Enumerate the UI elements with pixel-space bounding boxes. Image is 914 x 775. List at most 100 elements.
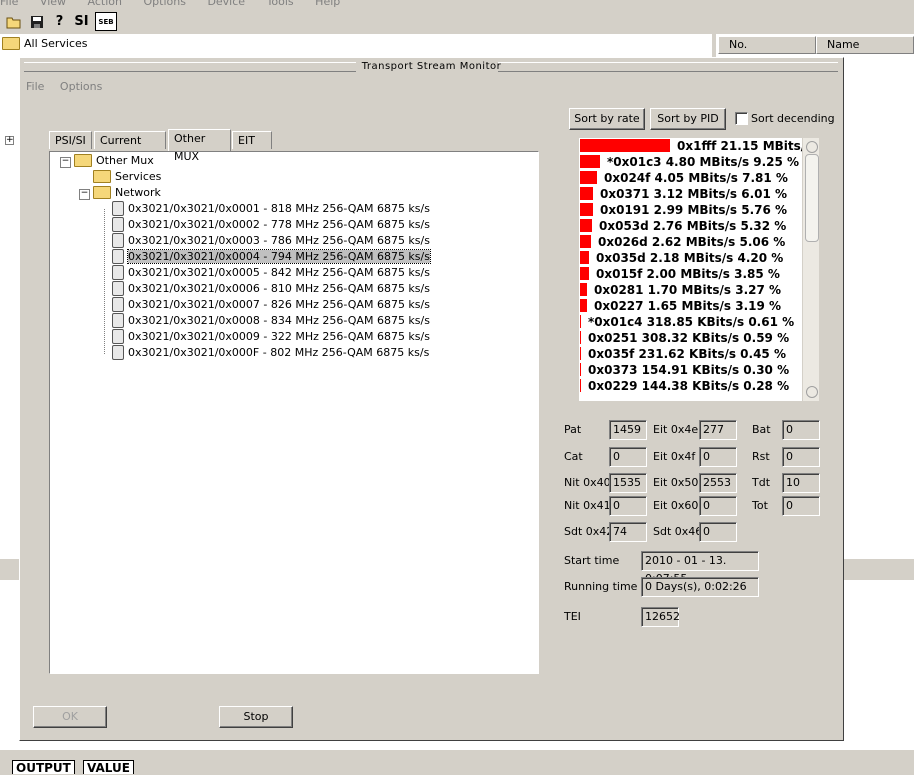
tree-network[interactable]: Network [93, 185, 161, 201]
sort-by-rate-button[interactable]: Sort by rate [569, 108, 645, 130]
pid-rate-row: 0x0373 154.91 KBits/s 0.30 % [579, 362, 813, 378]
tree-mux-item[interactable]: 0x3021/0x3021/0x0003 - 786 MHz 256-QAM 6… [112, 232, 430, 249]
eit50-value: 2553 [699, 473, 737, 493]
tab-psi-si[interactable]: PSI/SI [49, 131, 92, 149]
column-name[interactable]: Name [816, 36, 914, 54]
menu-action[interactable]: Action [88, 0, 122, 8]
services-root-label: All Services [24, 37, 88, 50]
rate-text: 0x035f 231.62 KBits/s 0.45 % [588, 347, 786, 361]
rate-bar [580, 363, 581, 376]
rate-text: 0x015f 2.00 MBits/s 3.85 % [596, 267, 780, 281]
pat-label: Pat [564, 423, 582, 436]
tree-services[interactable]: Services [93, 169, 161, 185]
sort-descending-label: Sort decending [751, 112, 835, 125]
folder-icon [93, 185, 111, 199]
nit40-label: Nit 0x40 [564, 476, 611, 489]
tab-eit[interactable]: EIT [232, 131, 272, 149]
dialog-title-bar[interactable]: Transport Stream Monitor [20, 58, 843, 76]
column-no[interactable]: No. [718, 36, 816, 54]
rate-text: *0x01c4 318.85 KBits/s 0.61 % [588, 315, 795, 329]
sort-by-pid-button[interactable]: Sort by PID [650, 108, 726, 130]
rst-label: Rst [752, 450, 770, 463]
rate-bar [580, 187, 593, 200]
collapse-icon[interactable]: − [60, 157, 71, 168]
tree-mux-item[interactable]: 0x3021/0x3021/0x0004 - 794 MHz 256-QAM 6… [112, 248, 431, 265]
rate-text: 0x0251 308.32 KBits/s 0.59 % [588, 331, 790, 345]
rate-bar [580, 235, 591, 248]
menu-options[interactable]: Options [143, 0, 185, 8]
tree-mux-item[interactable]: 0x3021/0x3021/0x0005 - 842 MHz 256-QAM 6… [112, 264, 430, 281]
si-button[interactable]: SI [72, 12, 91, 31]
dialog-menu-file[interactable]: File [26, 80, 44, 93]
seb-button[interactable]: SEB [95, 12, 117, 31]
other-mux-tree[interactable]: − Other Mux Services − Network 0x3021/0x… [49, 151, 539, 674]
rate-bar [580, 155, 600, 168]
rate-bar [580, 251, 589, 264]
transponder-icon [112, 232, 124, 248]
transponder-icon [112, 264, 124, 280]
menu-tools[interactable]: Tools [267, 0, 294, 8]
nit41-label: Nit 0x41 [564, 499, 611, 512]
menu-view[interactable]: View [40, 0, 66, 8]
scroll-up-icon[interactable] [806, 141, 818, 153]
tab-current-mux[interactable]: Current MUX [94, 131, 166, 165]
pid-rate-row: 0x024f 4.05 MBits/s 7.81 % [579, 170, 813, 186]
start-time-label: Start time [564, 554, 620, 567]
tree-root[interactable]: Other Mux [74, 153, 154, 169]
ok-button[interactable]: OK [33, 706, 107, 728]
menu-file[interactable]: File [0, 0, 18, 8]
sdt42-label: Sdt 0x42 [564, 525, 614, 538]
transponder-icon [112, 280, 124, 296]
rate-bar [580, 171, 597, 184]
tei-value: 12652 [641, 607, 680, 627]
bat-value: 0 [782, 420, 820, 440]
rate-text: 0x053d 2.76 MBits/s 5.32 % [599, 219, 787, 233]
rate-bar [580, 139, 670, 152]
tree-mux-item[interactable]: 0x3021/0x3021/0x000F - 802 MHz 256-QAM 6… [112, 344, 429, 361]
collapse-icon[interactable]: − [79, 189, 90, 200]
tree-mux-item[interactable]: 0x3021/0x3021/0x0007 - 826 MHz 256-QAM 6… [112, 296, 430, 313]
tree-mux-item[interactable]: 0x3021/0x3021/0x0001 - 818 MHz 256-QAM 6… [112, 200, 430, 217]
running-time-value: 0 Days(s), 0:02:26 [641, 577, 759, 597]
save-icon[interactable] [27, 12, 46, 31]
help-icon[interactable]: ? [50, 12, 69, 31]
rate-bar [580, 315, 581, 328]
eit4f-label: Eit 0x4f [653, 450, 696, 463]
tdt-label: Tdt [752, 476, 771, 489]
sdt46-label: Sdt 0x46 [653, 525, 703, 538]
dialog-menubar: File Options [26, 80, 114, 93]
eit60-value: 0 [699, 496, 737, 516]
eit4e-label: Eit 0x4e [653, 423, 699, 436]
dialog-menu-options[interactable]: Options [60, 80, 102, 93]
tree-mux-item[interactable]: 0x3021/0x3021/0x0002 - 778 MHz 256-QAM 6… [112, 216, 430, 233]
tree-expander[interactable]: + [5, 136, 14, 145]
app-menubar: File View Action Options Device Tools He… [0, 0, 914, 10]
transponder-icon [112, 200, 124, 216]
pid-rate-row: 0x0229 144.38 KBits/s 0.28 % [579, 378, 813, 394]
tab-other-mux[interactable]: Other MUX [168, 129, 231, 163]
tree-mux-label: 0x3021/0x3021/0x0009 - 322 MHz 256-QAM 6… [128, 330, 430, 343]
splitter[interactable] [0, 568, 18, 580]
ts-monitor-dialog: Transport Stream Monitor File Options PS… [19, 57, 844, 741]
folder-icon [93, 169, 111, 183]
tree-mux-item[interactable]: 0x3021/0x3021/0x0009 - 322 MHz 256-QAM 6… [112, 328, 430, 345]
menu-help[interactable]: Help [315, 0, 340, 8]
transponder-icon [112, 248, 124, 264]
rate-bar [580, 219, 592, 232]
sort-descending-checkbox[interactable] [735, 112, 748, 125]
scroll-down-icon[interactable] [806, 386, 818, 398]
tree-connector [104, 209, 105, 354]
tree-mux-label: 0x3021/0x3021/0x0008 - 834 MHz 256-QAM 6… [128, 314, 430, 327]
pid-rate-row: *0x01c3 4.80 MBits/s 9.25 % [579, 154, 813, 170]
rate-list-scrollbar[interactable] [802, 138, 819, 401]
tree-mux-label: 0x3021/0x3021/0x0004 - 794 MHz 256-QAM 6… [127, 249, 431, 264]
stop-button[interactable]: Stop [219, 706, 293, 728]
rate-text: 0x1fff 21.15 MBits/s [677, 139, 813, 153]
rate-text: 0x0191 2.99 MBits/s 5.76 % [600, 203, 788, 217]
open-folder-icon[interactable] [4, 12, 23, 31]
menu-device[interactable]: Device [207, 0, 245, 8]
scroll-thumb[interactable] [805, 154, 819, 242]
services-root[interactable]: All Services [2, 36, 88, 52]
tree-mux-item[interactable]: 0x3021/0x3021/0x0008 - 834 MHz 256-QAM 6… [112, 312, 430, 329]
tree-mux-item[interactable]: 0x3021/0x3021/0x0006 - 810 MHz 256-QAM 6… [112, 280, 430, 297]
